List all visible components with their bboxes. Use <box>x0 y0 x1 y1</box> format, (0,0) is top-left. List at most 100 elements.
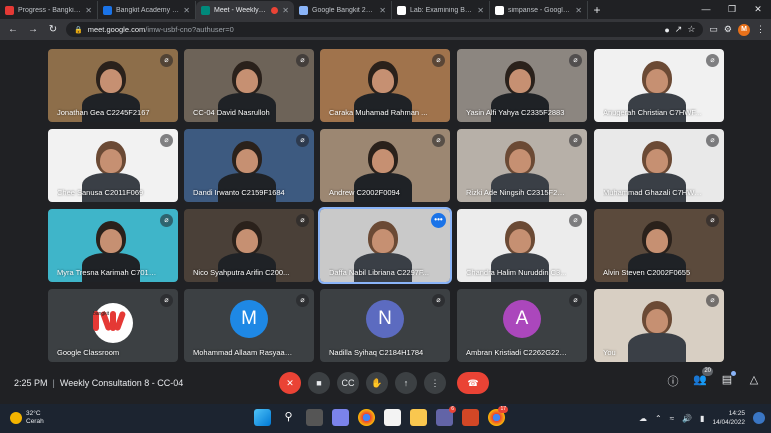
participant-video-face <box>372 69 394 93</box>
participant-avatar: M <box>230 300 268 338</box>
participant-tile[interactable]: Nico Syahputra Arifin C200... ⌀ <box>184 209 314 282</box>
browser-menu-icon[interactable]: ⋮ <box>756 24 765 35</box>
muted-mic-icon: ⌀ <box>706 294 719 307</box>
wifi-icon[interactable]: ≈ <box>670 414 674 423</box>
browser-tab[interactable]: Lab: Examining Billing ✕ <box>392 1 490 19</box>
bookmark-star-icon[interactable]: ☆ <box>687 24 695 35</box>
cloud-icon[interactable]: ☁ <box>639 414 647 423</box>
teams-icon[interactable]: 6 <box>436 406 456 426</box>
participant-name: Alvin Steven C2002F0655 <box>603 268 691 277</box>
participant-tile[interactable]: Rizki Ade Ningsih C2315F2745 ⌀ <box>457 129 587 202</box>
more-options-icon[interactable]: ⋮ <box>424 372 446 394</box>
close-tab-icon[interactable]: ✕ <box>183 6 190 15</box>
url-path: /imw-usbf-cno?authuser=0 <box>145 25 234 34</box>
participant-tile[interactable]: Daffa Nabil Libriana C2297F... ••• <box>318 207 452 284</box>
participant-options-icon[interactable]: ••• <box>431 213 446 228</box>
share-icon[interactable]: ↗ <box>675 24 683 35</box>
new-tab-button[interactable]: + <box>588 1 606 19</box>
participant-count-badge: 20 <box>702 367 713 376</box>
camera-in-use-icon[interactable]: ● <box>664 25 669 35</box>
participant-tile[interactable]: N Nadilla Syihaq C2184H1784 ⌀ <box>320 289 450 362</box>
restore-button[interactable]: ❒ <box>719 0 745 19</box>
close-tab-icon[interactable]: ✕ <box>282 6 289 15</box>
store-icon[interactable] <box>384 409 401 426</box>
profile-avatar[interactable]: M <box>738 23 750 36</box>
participant-tile[interactable]: Myra Tresna Karimah C7012... ⌀ <box>48 209 178 282</box>
participant-name: Rizki Ade Ningsih C2315F2745 <box>466 188 567 197</box>
chat-app-icon[interactable] <box>332 409 349 426</box>
participant-name: Chandra Halim Nuruddin C3... <box>466 268 567 277</box>
browser-tab-strip: Progress - Bangkit Stu ✕ Bangkit Academy -… <box>0 0 771 19</box>
browser-tab[interactable]: Google Bangkit 2022 ✕ <box>294 1 392 19</box>
participant-video-face <box>236 149 258 173</box>
participant-tile[interactable]: You ⌀ <box>594 289 724 362</box>
present-icon[interactable]: ↑ <box>395 372 417 394</box>
participant-name: Mohammad Allaam Rasyaad ... <box>193 348 294 357</box>
window-controls: — ❒ ✕ <box>693 0 771 19</box>
chat-unread-dot <box>731 371 736 376</box>
participant-tile[interactable]: Yasin Alfi Yahya C2335F2883 ⌀ <box>457 49 587 122</box>
weather-widget[interactable]: 32°C Cerah <box>10 410 44 426</box>
address-bar[interactable]: 🔒 meet.google.com/imw-usbf-cno?authuser=… <box>66 22 704 37</box>
participant-tile[interactable]: Jonathan Gea C2245F2167 ⌀ <box>48 49 178 122</box>
participant-video-face <box>646 309 668 333</box>
search-icon[interactable]: ⚲ <box>280 409 297 426</box>
close-tab-icon[interactable]: ✕ <box>477 6 484 15</box>
participant-tile[interactable]: Anugerah Christian C7HWF... ⌀ <box>594 49 724 122</box>
browser-tab[interactable]: Bangkit Academy - Cu ✕ <box>98 1 196 19</box>
end-call-icon[interactable]: ☎ <box>457 372 489 394</box>
browser-tab[interactable]: Progress - Bangkit Stu ✕ <box>0 1 98 19</box>
extensions-icon[interactable]: ⚙ <box>724 24 732 35</box>
participant-tile[interactable]: Chee Sanusa C2011F069 ⌀ <box>48 129 178 202</box>
close-tab-icon[interactable]: ✕ <box>379 6 386 15</box>
chrome-active-icon[interactable]: 17 <box>488 406 508 426</box>
forward-icon[interactable]: → <box>26 24 40 35</box>
task-view-icon[interactable] <box>306 409 323 426</box>
close-tab-icon[interactable]: ✕ <box>85 6 92 15</box>
participant-tile[interactable]: Muhammad Ghazali C7HWF... ⌀ <box>594 129 724 202</box>
volume-icon[interactable]: 🔊 <box>682 414 692 423</box>
close-tab-icon[interactable]: ✕ <box>575 6 582 15</box>
browser-tab[interactable]: Meet - Weekly Co ✕ <box>196 1 294 19</box>
reload-icon[interactable]: ↻ <box>46 24 60 35</box>
minimize-button[interactable]: — <box>693 0 719 19</box>
file-explorer-icon[interactable] <box>410 409 427 426</box>
browser-tab[interactable]: simpanse - Google Se ✕ <box>490 1 588 19</box>
participant-tile[interactable]: bangkit Google Classroom ⌀ <box>48 289 178 362</box>
chat-icon[interactable]: ▤ <box>720 371 736 389</box>
participant-tile[interactable]: A Ambran Kristiadi C2262G2268 ⌀ <box>457 289 587 362</box>
people-icon[interactable]: 👥 20 <box>693 367 713 389</box>
participant-name: Nadilla Syihaq C2184H1784 <box>329 348 424 357</box>
camera-icon[interactable]: ■ <box>308 372 330 394</box>
side-panel-icon[interactable]: ▭ <box>709 24 718 35</box>
tab-title: Bangkit Academy - Cu <box>116 6 180 14</box>
tab-title: simpanse - Google Se <box>508 6 572 14</box>
close-window-button[interactable]: ✕ <box>745 0 771 19</box>
participant-tile[interactable]: Andrew C2002F0094 ⌀ <box>320 129 450 202</box>
windows-start-icon[interactable] <box>254 409 271 426</box>
participant-tile[interactable]: Alvin Steven C2002F0655 ⌀ <box>594 209 724 282</box>
participant-tile[interactable]: M Mohammad Allaam Rasyaad ... ⌀ <box>184 289 314 362</box>
mic-off-icon[interactable]: ✕ <box>279 372 301 394</box>
participant-tile[interactable]: Caraka Muhamad Rahman ... ⌀ <box>320 49 450 122</box>
activities-icon[interactable]: △ <box>747 373 761 389</box>
muted-mic-icon: ⌀ <box>569 54 582 67</box>
notifications-icon[interactable] <box>753 412 765 424</box>
meeting-info-icon[interactable]: ⓘ <box>666 373 680 389</box>
participant-tile[interactable]: CC-04 David Nasrulloh ⌀ <box>184 49 314 122</box>
system-clock[interactable]: 14:25 14/04/2022 <box>712 409 745 427</box>
tab-title: Meet - Weekly Co <box>214 6 268 14</box>
logo-text: bangkit <box>93 311 109 331</box>
bangkit-logo-icon: bangkit <box>93 303 133 343</box>
captions-icon[interactable]: CC <box>337 372 359 394</box>
participant-tile[interactable]: Chandra Halim Nuruddin C3... ⌀ <box>457 209 587 282</box>
participant-avatar: A <box>503 300 541 338</box>
back-icon[interactable]: ← <box>6 24 20 35</box>
powerpoint-icon[interactable] <box>462 409 479 426</box>
chrome-icon[interactable] <box>358 409 375 426</box>
tray-expand-icon[interactable]: ⌃ <box>655 414 662 423</box>
battery-icon[interactable]: ▮ <box>700 414 704 423</box>
tab-title: Progress - Bangkit Stu <box>18 6 82 14</box>
participant-tile[interactable]: Dandi Irwanto C2159F1684 ⌀ <box>184 129 314 202</box>
raise-hand-icon[interactable]: ✋ <box>366 372 388 394</box>
